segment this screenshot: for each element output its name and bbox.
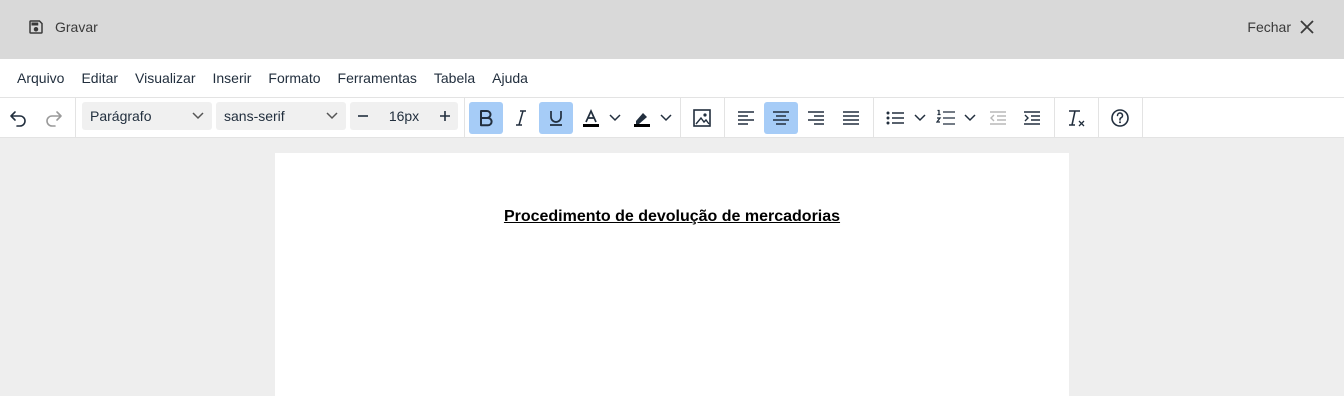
chevron-down-icon bbox=[660, 114, 672, 122]
font-size-input[interactable]: 16px bbox=[378, 102, 430, 130]
toolbar: Parágrafo sans-serif 16px bbox=[0, 98, 1344, 138]
top-bar: Gravar Fechar bbox=[0, 0, 1344, 59]
underline-button[interactable] bbox=[539, 102, 573, 134]
undo-button[interactable] bbox=[4, 102, 32, 134]
outdent-icon bbox=[990, 111, 1006, 125]
minus-icon bbox=[358, 115, 368, 117]
toolbar-separator bbox=[464, 98, 465, 138]
chevron-down-icon bbox=[192, 112, 204, 120]
toolbar-separator bbox=[1098, 98, 1099, 138]
justify-button[interactable] bbox=[836, 102, 866, 134]
undo-icon bbox=[10, 111, 26, 127]
toolbar-separator bbox=[1054, 98, 1055, 138]
numbered-list-dropdown[interactable] bbox=[960, 102, 980, 134]
bold-button[interactable] bbox=[469, 102, 503, 134]
document-page[interactable]: Procedimento de devolução de mercadorias bbox=[275, 153, 1069, 396]
text-color-icon bbox=[583, 108, 599, 127]
close-button[interactable]: Fechar bbox=[1247, 17, 1314, 37]
redo-button[interactable] bbox=[40, 102, 68, 134]
numbered-list-button[interactable] bbox=[932, 102, 960, 134]
menu-visualizar[interactable]: Visualizar bbox=[135, 70, 195, 86]
bullet-list-button[interactable] bbox=[880, 102, 910, 134]
help-icon bbox=[1111, 109, 1129, 127]
italic-button[interactable] bbox=[507, 102, 535, 134]
menu-arquivo[interactable]: Arquivo bbox=[17, 70, 64, 86]
justify-icon bbox=[843, 111, 859, 125]
outdent-button[interactable] bbox=[984, 102, 1012, 134]
editor-area: Procedimento de devolução de mercadorias bbox=[0, 139, 1344, 396]
menu-formato[interactable]: Formato bbox=[268, 70, 320, 86]
font-size-decrease-button[interactable] bbox=[350, 102, 376, 130]
menu-ajuda[interactable]: Ajuda bbox=[492, 70, 528, 86]
toolbar-separator bbox=[1142, 98, 1143, 138]
save-icon bbox=[29, 20, 43, 34]
close-icon bbox=[1300, 20, 1314, 34]
highlight-color-button[interactable] bbox=[629, 102, 655, 134]
bullet-list-dropdown[interactable] bbox=[910, 102, 930, 134]
align-right-icon bbox=[808, 111, 824, 125]
align-center-button[interactable] bbox=[764, 102, 798, 134]
menu-inserir[interactable]: Inserir bbox=[212, 70, 251, 86]
indent-button[interactable] bbox=[1017, 102, 1047, 134]
chevron-down-icon bbox=[326, 112, 338, 120]
indent-icon bbox=[1024, 111, 1040, 125]
text-color-dropdown[interactable] bbox=[604, 102, 626, 134]
underline-icon bbox=[550, 111, 562, 126]
block-format-select[interactable]: Parágrafo bbox=[82, 102, 212, 130]
align-left-icon bbox=[738, 111, 754, 125]
chevron-down-icon bbox=[609, 114, 621, 122]
help-button[interactable] bbox=[1105, 102, 1135, 134]
toolbar-separator bbox=[873, 98, 874, 138]
highlighter-icon bbox=[634, 113, 650, 127]
document-title[interactable]: Procedimento de devolução de mercadorias bbox=[275, 208, 1069, 226]
redo-icon bbox=[46, 111, 62, 127]
font-family-value: sans-serif bbox=[224, 108, 285, 124]
numbered-list-icon bbox=[936, 109, 955, 125]
toolbar-separator bbox=[680, 98, 681, 138]
font-size-increase-button[interactable] bbox=[432, 102, 458, 130]
plus-icon bbox=[440, 111, 450, 121]
bullet-list-icon bbox=[886, 111, 904, 125]
close-label: Fechar bbox=[1247, 19, 1291, 35]
chevron-down-icon bbox=[914, 114, 926, 122]
chevron-down-icon bbox=[964, 114, 976, 122]
insert-image-button[interactable] bbox=[687, 102, 717, 134]
menu-bar: Arquivo Editar Visualizar Inserir Format… bbox=[0, 59, 1344, 98]
menu-tabela[interactable]: Tabela bbox=[434, 70, 475, 86]
save-label: Gravar bbox=[55, 19, 98, 35]
align-left-button[interactable] bbox=[731, 102, 761, 134]
highlight-color-dropdown[interactable] bbox=[655, 102, 677, 134]
italic-icon bbox=[516, 110, 526, 126]
toolbar-separator bbox=[724, 98, 725, 138]
menu-ferramentas[interactable]: Ferramentas bbox=[338, 70, 417, 86]
align-center-icon bbox=[773, 111, 789, 125]
font-size-control: 16px bbox=[350, 102, 458, 130]
clear-formatting-icon bbox=[1069, 110, 1085, 127]
menu-editar[interactable]: Editar bbox=[81, 70, 118, 86]
image-icon bbox=[693, 109, 711, 127]
save-button[interactable]: Gravar bbox=[27, 17, 98, 37]
bold-icon bbox=[480, 110, 493, 127]
toolbar-separator bbox=[75, 98, 76, 138]
font-family-select[interactable]: sans-serif bbox=[216, 102, 346, 130]
clear-formatting-button[interactable] bbox=[1061, 102, 1091, 134]
align-right-button[interactable] bbox=[801, 102, 831, 134]
text-color-button[interactable] bbox=[578, 102, 604, 134]
block-format-value: Parágrafo bbox=[90, 108, 152, 124]
